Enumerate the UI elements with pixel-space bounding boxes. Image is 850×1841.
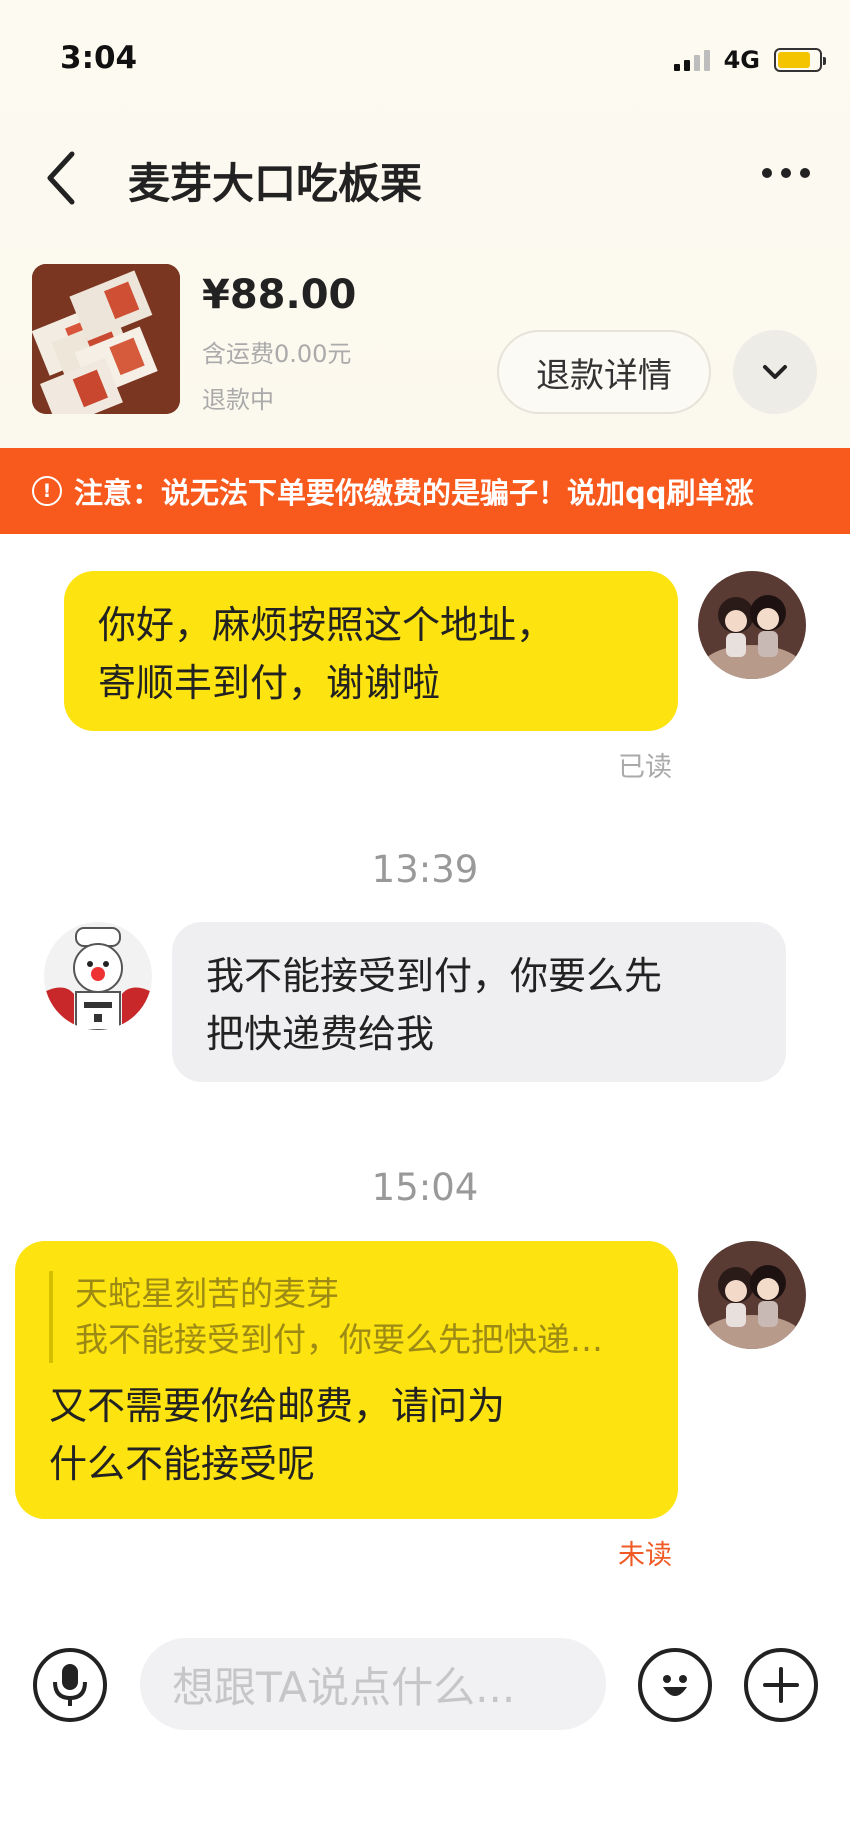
- signal-icon: [673, 49, 710, 71]
- avatar[interactable]: [44, 922, 152, 1030]
- voice-button[interactable]: [33, 1648, 107, 1722]
- message-input[interactable]: 想跟TA说点什么...: [140, 1638, 606, 1730]
- plus-icon: [763, 1667, 799, 1703]
- smiley-icon: [663, 1675, 687, 1696]
- read-status: 已读: [618, 752, 672, 783]
- alert-icon: !: [32, 476, 62, 506]
- more-options-button[interactable]: [762, 168, 810, 178]
- status-indicators: 4G: [673, 46, 826, 74]
- dot-icon: [762, 168, 772, 178]
- message-line: 寄顺丰到付，谢谢啦: [98, 661, 441, 705]
- dot-icon: [800, 168, 810, 178]
- battery-icon: [774, 48, 826, 72]
- warning-text: 注意：说无法下单要你缴费的是骗子！说加qq刷单涨: [74, 476, 754, 510]
- shipping-fee: 含运费0.00元: [202, 340, 352, 368]
- chat-timestamp: 15:04: [371, 1166, 479, 1209]
- message-line: 你好，麻烦按照这个地址，: [98, 603, 555, 647]
- product-price: ¥88.00: [202, 272, 357, 318]
- chat-timestamp: 13:39: [371, 848, 479, 891]
- message-line: 把快递费给我: [206, 1012, 435, 1056]
- microphone-icon: [53, 1664, 87, 1706]
- network-label: 4G: [723, 46, 760, 74]
- input-bar: 想跟TA说点什么...: [0, 1620, 850, 1750]
- chevron-left-icon: [47, 151, 75, 205]
- quoted-message[interactable]: 天蛇星刻苦的麦芽 我不能接受到付，你要么先把快递…: [49, 1271, 644, 1363]
- avatar[interactable]: [698, 571, 806, 679]
- message-bubble-sent[interactable]: 天蛇星刻苦的麦芽 我不能接受到付，你要么先把快递… 又不需要你给邮费，请问为 什…: [15, 1241, 678, 1519]
- quote-text: 我不能接受到付，你要么先把快递…: [75, 1320, 603, 1359]
- page-title: 麦芽大口吃板栗: [128, 159, 423, 208]
- avatar[interactable]: [698, 1241, 806, 1349]
- message-line: 我不能接受到付，你要么先: [206, 954, 663, 998]
- refund-status: 退款中: [202, 386, 274, 414]
- scam-warning-banner[interactable]: ! 注意：说无法下单要你缴费的是骗子！说加qq刷单涨: [0, 448, 850, 534]
- add-button[interactable]: [744, 1648, 818, 1722]
- back-button[interactable]: [40, 148, 80, 208]
- message-bubble-sent[interactable]: 你好，麻烦按照这个地址， 寄顺丰到付，谢谢啦: [64, 571, 678, 731]
- quote-author: 天蛇星刻苦的麦芽: [75, 1274, 339, 1313]
- message-bubble-received[interactable]: 我不能接受到付，你要么先 把快递费给我: [172, 922, 786, 1082]
- expand-button[interactable]: [733, 330, 817, 414]
- status-time: 3:04: [60, 40, 138, 76]
- unread-status: 未读: [618, 1540, 672, 1571]
- message-line: 又不需要你给邮费，请问为: [49, 1384, 506, 1428]
- chevron-down-icon: [763, 365, 787, 379]
- message-line: 什么不能接受呢: [49, 1442, 316, 1486]
- dot-icon: [781, 168, 791, 178]
- emoji-button[interactable]: [638, 1648, 712, 1722]
- product-thumbnail[interactable]: [32, 264, 180, 414]
- refund-details-button[interactable]: 退款详情: [497, 330, 711, 414]
